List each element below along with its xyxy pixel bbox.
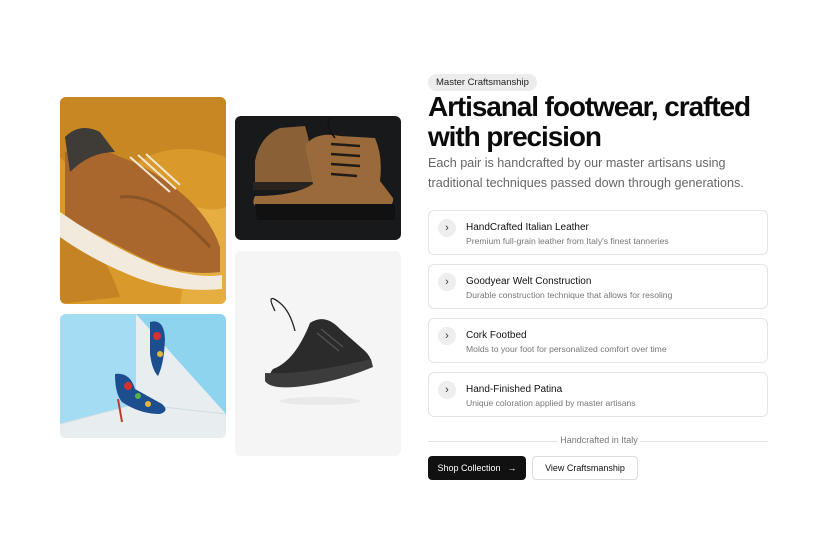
feature-title: HandCrafted Italian Leather	[466, 222, 589, 233]
page-title: Artisanal footwear, crafted with precisi…	[428, 91, 751, 152]
view-craftsmanship-label: View Craftsmanship	[545, 463, 625, 473]
chevron-right-icon: ›	[438, 381, 456, 399]
chevron-right-icon: ›	[438, 327, 456, 345]
floral-heels-image	[60, 314, 226, 438]
feature-description: Premium full-grain leather from Italy's …	[466, 236, 669, 246]
feature-item-cork-footbed[interactable]: › Cork Footbed Molds to your foot for pe…	[428, 318, 768, 363]
master-craftsmanship-badge: Master Craftsmanship	[428, 74, 537, 91]
divider-label: Handcrafted in Italy	[558, 435, 640, 445]
feature-description: Unique coloration applied by master arti…	[466, 398, 636, 408]
feature-item-italian-leather[interactable]: › HandCrafted Italian Leather Premium fu…	[428, 210, 768, 255]
black-running-shoe-image	[235, 251, 401, 456]
page-subtitle: Each pair is handcrafted by our master a…	[428, 156, 744, 190]
view-craftsmanship-button[interactable]: View Craftsmanship	[532, 456, 638, 480]
shop-collection-button[interactable]: Shop Collection →	[428, 456, 526, 480]
sneaker-on-mustard-fabric-image	[60, 97, 226, 304]
feature-description: Durable construction technique that allo…	[466, 290, 673, 300]
feature-title: Goodyear Welt Construction	[466, 276, 592, 287]
feature-item-goodyear-welt[interactable]: › Goodyear Welt Construction Durable con…	[428, 264, 768, 309]
feature-item-patina[interactable]: › Hand-Finished Patina Unique coloration…	[428, 372, 768, 417]
chevron-right-icon: ›	[438, 219, 456, 237]
leather-boots-image	[235, 116, 401, 240]
arrow-right-icon: →	[507, 463, 517, 473]
feature-title: Hand-Finished Patina	[466, 384, 563, 395]
shop-collection-label: Shop Collection	[437, 463, 501, 473]
feature-description: Molds to your foot for personalized comf…	[466, 344, 667, 354]
chevron-right-icon: ›	[438, 273, 456, 291]
feature-title: Cork Footbed	[466, 330, 527, 341]
